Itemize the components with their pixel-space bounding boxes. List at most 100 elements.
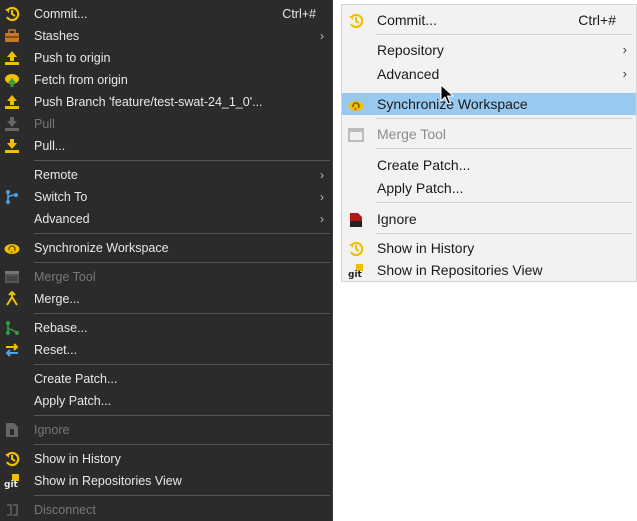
menu-item-advanced[interactable]: Advanced › (342, 63, 636, 85)
menu-item-label: Ignore (34, 423, 70, 437)
menu-item-label: Push to origin (34, 51, 111, 65)
sync-icon (348, 97, 364, 113)
fetch-icon (4, 72, 20, 88)
menu-item-merge[interactable]: Merge... (0, 288, 333, 310)
menu-item-label: Switch To (34, 190, 88, 204)
menu-item-label: Rebase... (34, 321, 88, 335)
menu-item-merge-tool: Merge Tool (0, 266, 333, 288)
menu-item-fetch-from-origin[interactable]: Fetch from origin (0, 69, 333, 91)
menu-item-push-branch[interactable]: Push Branch 'feature/test-swat-24_1_0'..… (0, 91, 333, 113)
menu-item-commit[interactable]: Commit... Ctrl+# (0, 3, 333, 25)
menu-item-label: Ignore (377, 211, 417, 227)
menu-item-label: Pull (34, 117, 55, 131)
menu-item-label: Stashes (34, 29, 80, 43)
submenu-arrow-icon: › (320, 29, 324, 43)
menu-item-label: Synchronize Workspace (34, 241, 169, 255)
submenu-arrow-icon: › (320, 212, 324, 226)
submenu-arrow-icon: › (622, 42, 627, 57)
menu-item-apply-patch[interactable]: Apply Patch... (0, 390, 333, 412)
menu-item-label: Reset... (34, 343, 78, 357)
dark-context-menu: Commit... Ctrl+# Stashes › Push to origi… (0, 0, 333, 521)
git-icon: git (348, 263, 364, 279)
history-icon (348, 241, 364, 257)
menu-item-label: Advanced (377, 66, 440, 82)
menu-item-pull-dialog[interactable]: Pull... (0, 135, 333, 157)
menu-item-ignore[interactable]: Ignore (342, 208, 636, 230)
submenu-arrow-icon: › (622, 66, 627, 81)
ignore-icon (4, 422, 20, 438)
menu-item-repository[interactable]: Repository › (342, 39, 636, 61)
menu-item-create-patch[interactable]: Create Patch... (0, 368, 333, 390)
menu-item-reset[interactable]: Reset... (0, 339, 333, 361)
menu-separator (376, 202, 632, 203)
rebase-icon (4, 320, 20, 336)
git-icon: git (4, 473, 20, 489)
menu-item-label: Pull... (34, 139, 66, 153)
menu-separator (34, 364, 330, 365)
commit-icon (348, 13, 364, 29)
light-context-menu: Commit... Ctrl+# Repository › Advanced ›… (341, 4, 637, 282)
ignore-icon (348, 212, 364, 228)
menu-separator (376, 148, 632, 149)
menu-item-label: Push Branch 'feature/test-swat-24_1_0'..… (34, 95, 263, 109)
menu-item-remote[interactable]: Remote › (0, 164, 333, 186)
menu-item-label: Merge Tool (34, 270, 96, 284)
menu-item-label: Show in Repositories View (34, 474, 182, 488)
menu-item-disconnect: Disconnect (0, 499, 333, 521)
menu-item-label: Apply Patch... (34, 394, 112, 408)
menu-separator (34, 313, 330, 314)
menu-item-label: Create Patch... (34, 372, 118, 386)
menu-item-merge-tool: Merge Tool (342, 123, 636, 145)
reset-icon (4, 342, 20, 358)
menu-item-show-in-history[interactable]: Show in History (342, 237, 636, 259)
menu-item-label: Show in Repositories View (377, 262, 543, 278)
submenu-arrow-icon: › (320, 190, 324, 204)
menu-separator (376, 34, 632, 35)
sync-icon (4, 240, 20, 256)
history-icon (4, 451, 20, 467)
menu-separator (34, 415, 330, 416)
push-icon (4, 50, 20, 66)
merge-tool-icon (4, 269, 20, 285)
merge-icon (4, 291, 20, 307)
menu-item-label: Fetch from origin (34, 73, 128, 87)
menu-item-apply-patch[interactable]: Apply Patch... (342, 177, 636, 199)
menu-item-label: Advanced (34, 212, 90, 226)
menu-item-label: Disconnect (34, 503, 96, 517)
menu-separator (34, 233, 330, 234)
menu-item-show-in-repositories[interactable]: git Show in Repositories View (0, 470, 333, 492)
shortcut-label: Ctrl+# (282, 7, 316, 21)
pull-icon (4, 116, 20, 132)
push-branch-icon (4, 94, 20, 110)
menu-item-label: Remote (34, 168, 78, 182)
submenu-arrow-icon: › (320, 168, 324, 182)
menu-item-create-patch[interactable]: Create Patch... (342, 154, 636, 176)
menu-item-switch-to[interactable]: Switch To › (0, 186, 333, 208)
menu-item-synchronize[interactable]: Synchronize Workspace (0, 237, 333, 259)
svg-text:git: git (4, 480, 19, 489)
menu-item-synchronize[interactable]: Synchronize Workspace (342, 93, 636, 115)
menu-item-pull: Pull (0, 113, 333, 135)
disconnect-icon (4, 502, 20, 518)
menu-separator (34, 160, 330, 161)
menu-item-push-to-origin[interactable]: Push to origin (0, 47, 333, 69)
menu-item-label: Show in History (34, 452, 121, 466)
menu-item-label: Merge... (34, 292, 80, 306)
menu-item-show-in-history[interactable]: Show in History (0, 448, 333, 470)
menu-item-stashes[interactable]: Stashes › (0, 25, 333, 47)
menu-separator (34, 262, 330, 263)
menu-item-label: Show in History (377, 240, 475, 256)
commit-icon (4, 6, 20, 22)
menu-item-show-in-repositories[interactable]: git Show in Repositories View (342, 259, 636, 281)
menu-item-label: Repository (377, 42, 444, 58)
branch-icon (4, 189, 20, 205)
menu-separator (34, 495, 330, 496)
menu-item-commit[interactable]: Commit... Ctrl+# (342, 9, 636, 31)
stash-icon (4, 28, 20, 44)
menu-separator (376, 118, 632, 119)
menu-item-advanced[interactable]: Advanced › (0, 208, 333, 230)
menu-separator (34, 444, 330, 445)
menu-item-rebase[interactable]: Rebase... (0, 317, 333, 339)
mouse-cursor-icon (440, 84, 456, 106)
menu-item-ignore: Ignore (0, 419, 333, 441)
